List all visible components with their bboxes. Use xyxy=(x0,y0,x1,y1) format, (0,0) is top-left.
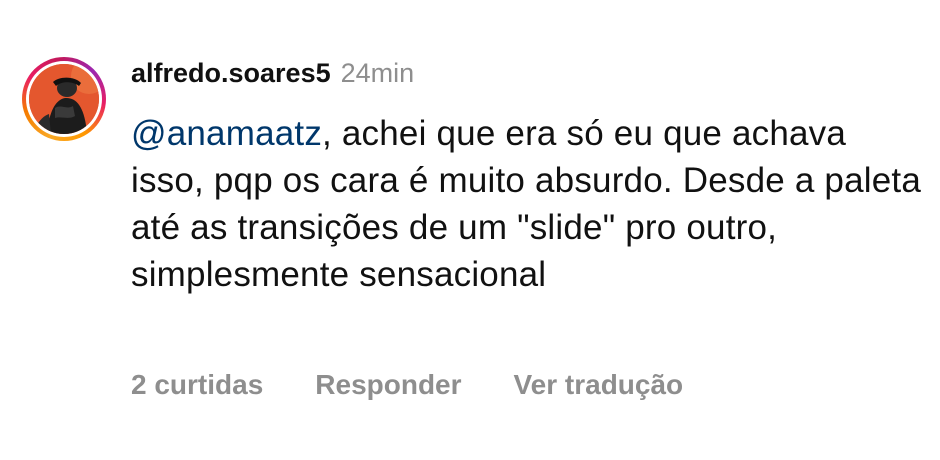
reply-button[interactable]: Responder xyxy=(315,369,461,401)
comment-text: @anamaatz, achei que era só eu que achav… xyxy=(131,110,921,298)
avatar[interactable] xyxy=(29,64,99,134)
comment-actions: 2 curtidas Responder Ver tradução xyxy=(131,369,735,401)
username-link[interactable]: alfredo.soares5 xyxy=(131,58,331,89)
comment-timestamp: 24min xyxy=(340,58,415,88)
avatar-gap xyxy=(26,61,102,137)
story-ring[interactable] xyxy=(22,57,106,141)
avatar-image xyxy=(29,64,99,134)
comment: alfredo.soares5 24min @anamaatz, achei q… xyxy=(0,0,940,460)
comment-header: alfredo.soares5 24min xyxy=(131,58,414,92)
see-translation-button[interactable]: Ver tradução xyxy=(514,369,684,401)
mention-link[interactable]: @anamaatz xyxy=(131,114,322,153)
likes-count-button[interactable]: 2 curtidas xyxy=(131,369,263,401)
